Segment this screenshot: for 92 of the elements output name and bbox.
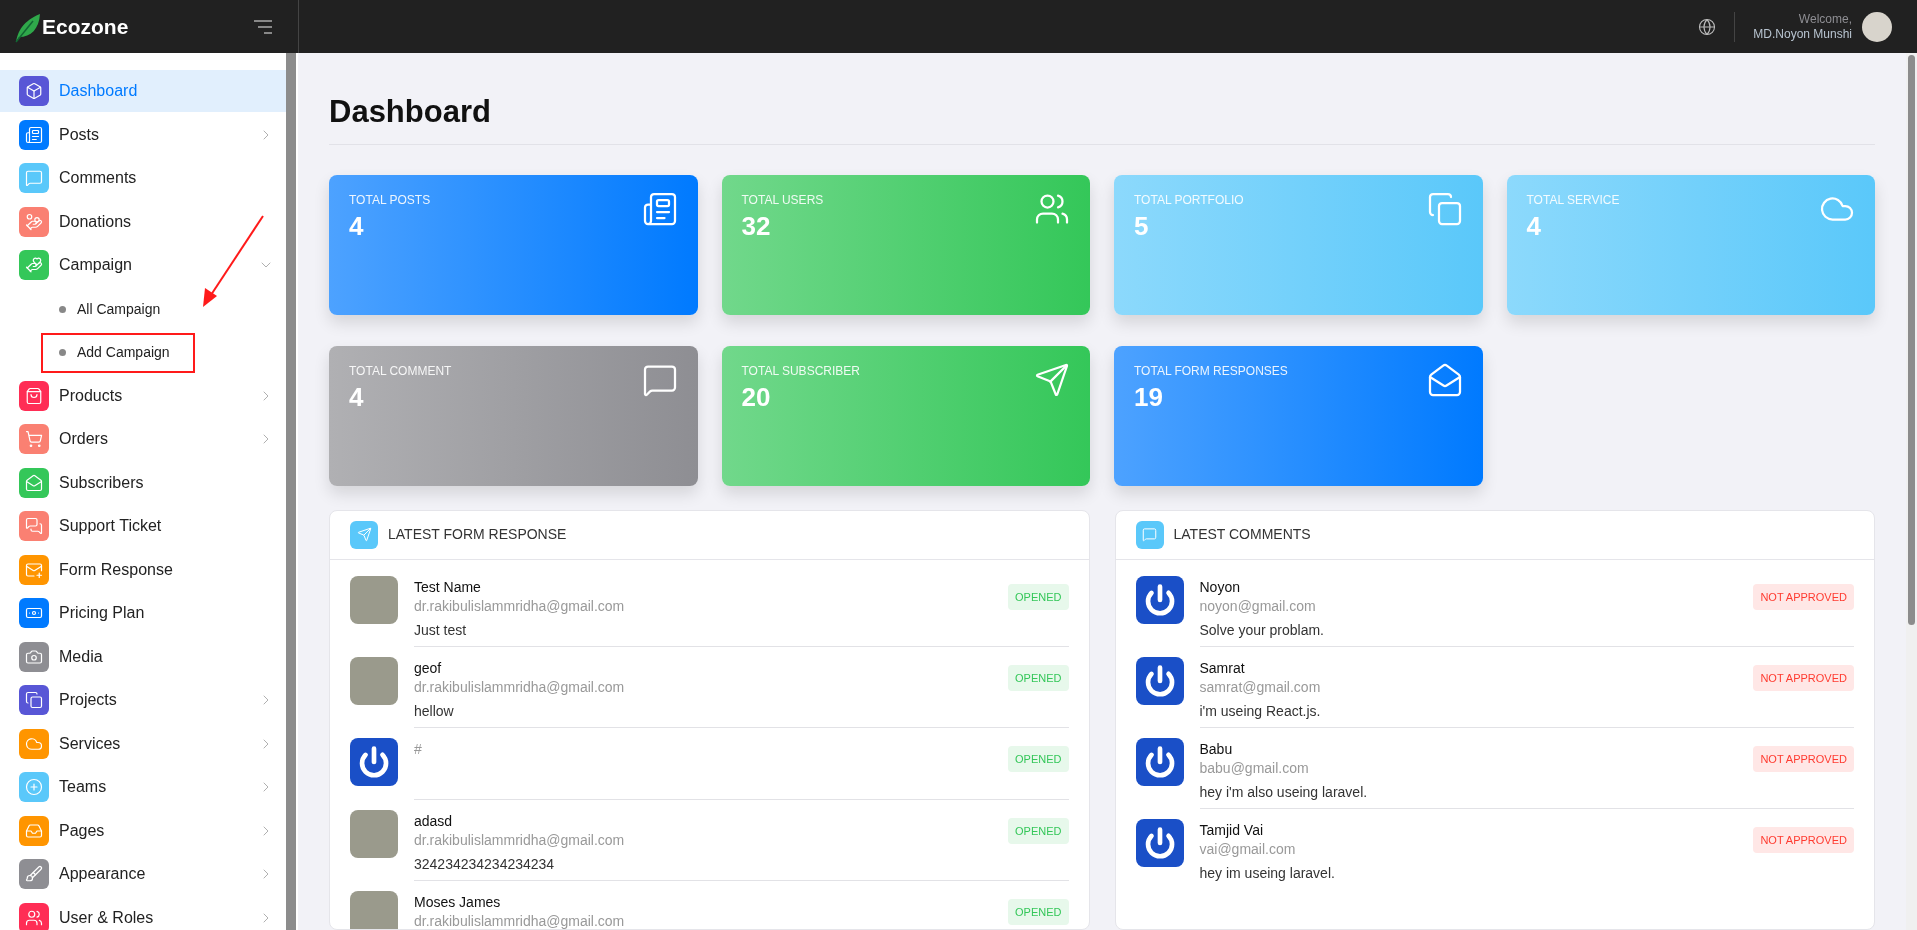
sender-name: Noyon — [1199, 577, 1241, 597]
user-name: MD.Noyon Munshi — [1753, 26, 1852, 42]
message-text: hellow — [414, 701, 455, 721]
photo-placeholder — [350, 890, 398, 929]
photo-placeholder — [350, 575, 398, 624]
sidebar-item[interactable]: Form Response — [0, 548, 286, 591]
status-badge: NOT APPROVED — [1753, 745, 1854, 772]
sender-name: adasd — [414, 811, 454, 831]
sender-name: geof — [414, 658, 443, 678]
page-title: Dashboard — [329, 89, 1875, 145]
status-badge: OPENED — [1008, 817, 1069, 844]
email-text: samrat@gmail.com — [1199, 677, 1321, 697]
sidebar-item[interactable]: Pages — [0, 809, 286, 852]
power-logo-icon — [350, 737, 398, 786]
sidebar-item[interactable]: Donations — [0, 200, 286, 243]
status-badge: NOT APPROVED — [1753, 664, 1854, 691]
sidebar-item[interactable]: Teams — [0, 766, 286, 808]
card-value: 20 — [741, 380, 772, 414]
sidebar-item[interactable]: Posts — [0, 113, 286, 156]
brand-name: Ecozone — [42, 13, 129, 40]
card-value: 32 — [741, 209, 772, 243]
card-value: 19 — [1134, 380, 1164, 414]
photo-placeholder — [350, 809, 398, 858]
sidebar-item[interactable]: Campaign — [0, 244, 286, 286]
submenu-item[interactable]: All Campaign — [41, 298, 161, 320]
welcome-text: Welcome, — [1798, 11, 1852, 27]
message-text: i'm useing React.js. — [1199, 701, 1321, 721]
submenu-item[interactable]: Add Campaign — [41, 342, 170, 364]
language-icon[interactable] — [1698, 17, 1717, 36]
copy-icon — [1426, 190, 1463, 227]
card-label: TOTAL POSTS — [349, 191, 431, 209]
message-text: Just test — [414, 620, 468, 640]
card-label: TOTAL SERVICE — [1526, 191, 1620, 209]
sidebar-item[interactable]: Appearance — [0, 853, 286, 895]
sender-name: Samrat — [1199, 658, 1246, 678]
photo-placeholder — [350, 656, 398, 705]
sidebar-scrollbar[interactable] — [286, 53, 296, 930]
card-value: 4 — [1526, 209, 1542, 243]
card-value: 4 — [349, 380, 365, 414]
sender-name: Babu — [1199, 739, 1234, 759]
page-scrollbar[interactable] — [1906, 53, 1917, 930]
status-badge: NOT APPROVED — [1753, 826, 1854, 853]
sidebar-item[interactable]: Media — [0, 635, 286, 678]
newspaper-icon — [641, 190, 678, 227]
power-logo-icon — [1135, 575, 1184, 624]
card-value: 4 — [349, 209, 365, 243]
sender-name: Test Name — [414, 577, 482, 597]
message-text: hey im useing laravel. — [1199, 863, 1335, 883]
card-label: TOTAL SUBSCRIBER — [741, 362, 860, 380]
sidebar-item[interactable]: Projects — [0, 679, 286, 721]
sidebar-item[interactable]: Pricing Plan — [0, 592, 286, 634]
sidebar-item[interactable]: User & Roles — [0, 896, 286, 930]
card-label: TOTAL FORM RESPONSES — [1134, 362, 1288, 380]
status-badge: OPENED — [1008, 745, 1069, 772]
status-badge: OPENED — [1008, 583, 1069, 610]
message-text: Solve your problam. — [1199, 620, 1324, 640]
email-text: noyon@gmail.com — [1199, 596, 1317, 616]
card-label: TOTAL COMMENT — [349, 362, 452, 380]
paper-plane-icon — [1034, 361, 1070, 398]
sidebar-item[interactable]: Subscribers — [0, 461, 286, 504]
avatar-placeholder[interactable] — [1862, 11, 1892, 42]
card-value: 5 — [1134, 209, 1150, 243]
email-text: dr.rakibulislammridha@gmail.com — [414, 596, 625, 616]
speech-bubble-icon — [1135, 520, 1164, 549]
card-label: TOTAL USERS — [741, 191, 824, 209]
email-text: dr.rakibulislammridha@gmail.com — [414, 911, 625, 929]
email-text: dr.rakibulislammridha@gmail.com — [414, 677, 625, 697]
email-text: # — [414, 739, 422, 759]
panel-title: LATEST COMMENTS — [1173, 525, 1311, 544]
sender-name: Tamjid Vai — [1199, 820, 1265, 840]
sender-name: Moses James — [414, 892, 502, 912]
menu-button[interactable] — [254, 19, 272, 34]
sidebar-item[interactable]: Services — [0, 722, 286, 765]
message-text: 324234234234234234 — [414, 854, 556, 874]
email-text: babu@gmail.com — [1199, 758, 1310, 778]
status-badge: OPENED — [1008, 664, 1069, 691]
power-logo-icon — [1135, 737, 1184, 786]
sidebar-item[interactable]: Support Ticket — [0, 505, 286, 547]
paper-plane-icon — [350, 520, 378, 549]
sidebar-item[interactable]: Orders — [0, 418, 286, 460]
power-logo-icon — [1135, 818, 1184, 867]
status-badge: OPENED — [1008, 898, 1069, 925]
email-text: dr.rakibulislammridha@gmail.com — [414, 830, 625, 850]
message-text: hey i'm also useing laravel. — [1199, 782, 1368, 802]
card-label: TOTAL PORTFOLIO — [1134, 191, 1244, 209]
email-text: vai@gmail.com — [1199, 839, 1297, 859]
panel-title: LATEST FORM RESPONSE — [388, 525, 567, 544]
status-badge: NOT APPROVED — [1753, 583, 1854, 610]
power-logo-icon — [1135, 656, 1184, 705]
sidebar-item[interactable]: Comments — [0, 157, 286, 199]
envelope-icon — [1426, 361, 1463, 398]
sidebar-item[interactable]: Products — [0, 374, 286, 417]
